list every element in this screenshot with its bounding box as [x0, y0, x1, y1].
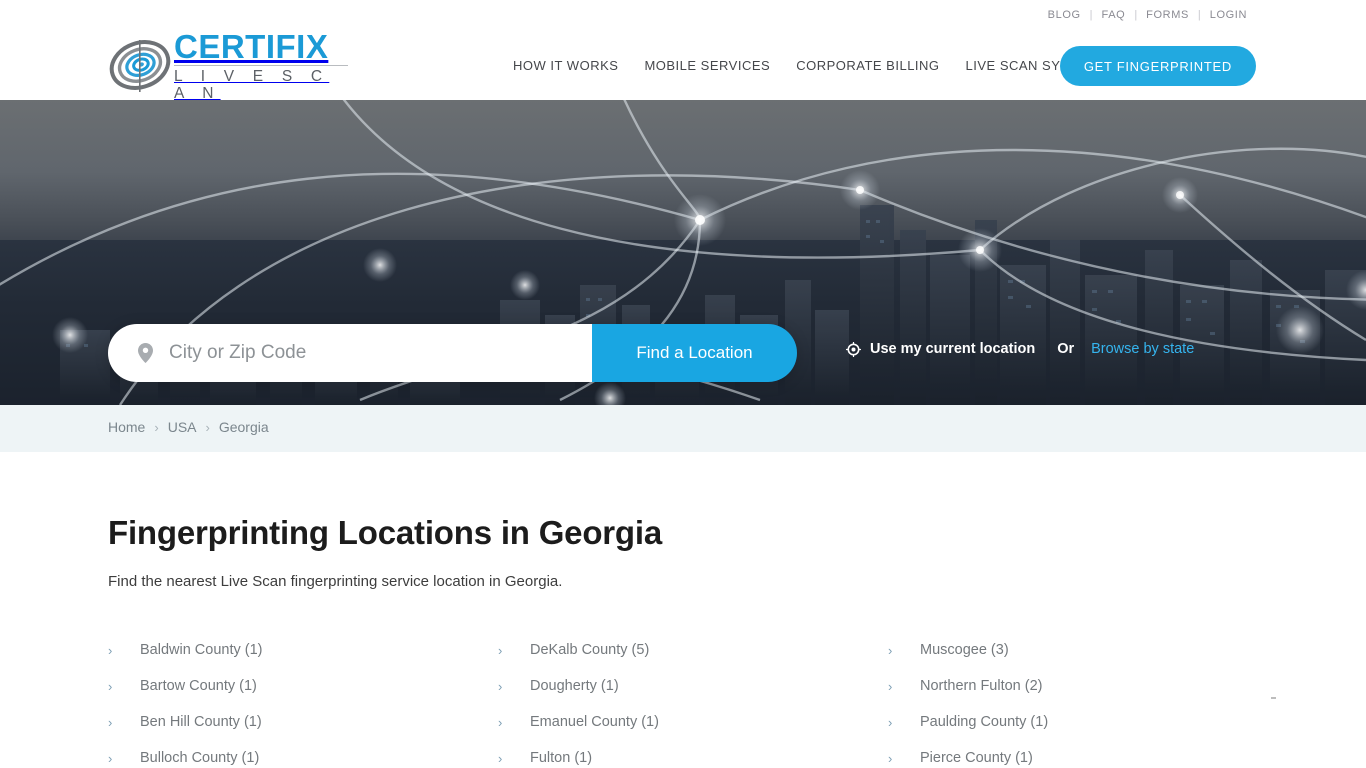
logo-text-livescan: L I V E S C A N — [174, 68, 330, 102]
find-location-button[interactable]: Find a Location — [592, 324, 797, 382]
breadcrumb: Home › USA › Georgia — [108, 419, 269, 435]
utility-link-faq[interactable]: FAQ — [1093, 0, 1135, 30]
list-item[interactable]: › Muscogee (3) — [888, 632, 1258, 668]
list-item[interactable]: › Bartow County (1) — [108, 668, 498, 704]
get-fingerprinted-button[interactable]: GET FINGERPRINTED — [1059, 46, 1256, 86]
county-label: Muscogee (3) — [920, 642, 1009, 658]
logo[interactable]: CERTIFIX L I V E S C A N — [108, 28, 348, 102]
page-artifact — [1271, 697, 1276, 699]
county-label: Ben Hill County (1) — [140, 714, 262, 730]
hero-actions: Use my current location Or Browse by sta… — [846, 341, 1194, 357]
list-item[interactable]: › Baldwin County (1) — [108, 632, 498, 668]
county-column-2: › DeKalb County (5) › Dougherty (1) › Em… — [498, 632, 888, 768]
chevron-right-icon: › — [888, 642, 893, 658]
county-label: DeKalb County (5) — [530, 642, 650, 658]
map-pin-icon — [138, 343, 153, 363]
page-title: Fingerprinting Locations in Georgia — [108, 514, 663, 551]
utility-link-blog[interactable]: BLOG — [1039, 0, 1090, 30]
chevron-right-icon: › — [888, 678, 893, 694]
search-field — [108, 324, 592, 382]
county-column-3: › Muscogee (3) › Northern Fulton (2) › P… — [888, 632, 1258, 768]
county-label: Pierce County (1) — [920, 750, 1033, 766]
chevron-right-icon: › — [498, 642, 503, 658]
county-column-1: › Baldwin County (1) › Bartow County (1)… — [108, 632, 498, 768]
breadcrumb-item-home[interactable]: Home — [108, 419, 145, 435]
nav-item-how-it-works[interactable]: HOW IT WORKS — [500, 58, 631, 73]
list-item[interactable]: › Ben Hill County (1) — [108, 704, 498, 740]
county-label: Baldwin County (1) — [140, 642, 263, 658]
county-label: Dougherty (1) — [530, 678, 619, 694]
search-input[interactable] — [169, 342, 592, 364]
chevron-right-icon: › — [888, 714, 893, 730]
county-label: Fulton (1) — [530, 750, 593, 766]
list-item[interactable]: › Bulloch County (1) — [108, 740, 498, 768]
chevron-right-icon: › — [498, 678, 503, 694]
nav-item-mobile-services[interactable]: MOBILE SERVICES — [631, 58, 783, 73]
browse-by-state-link[interactable]: Browse by state — [1091, 341, 1194, 357]
breadcrumb-item-usa[interactable]: USA — [168, 419, 197, 435]
logo-wordmark: CERTIFIX L I V E S C A N — [174, 28, 348, 102]
chevron-right-icon: › — [108, 642, 113, 658]
page-root: BLOG | FAQ | FORMS | LOGIN CERTIFIX L I … — [0, 0, 1366, 768]
crosshair-icon — [846, 341, 861, 357]
county-label: Paulding County (1) — [920, 714, 1049, 730]
list-item[interactable]: › Emanuel County (1) — [498, 704, 888, 740]
chevron-right-icon: › — [498, 750, 503, 766]
chevron-right-icon: › — [888, 750, 893, 766]
utility-link-login[interactable]: LOGIN — [1201, 0, 1256, 30]
county-label: Bartow County (1) — [140, 678, 257, 694]
county-list-grid: › Baldwin County (1) › Bartow County (1)… — [108, 632, 1258, 768]
list-item[interactable]: › DeKalb County (5) — [498, 632, 888, 668]
breadcrumb-item-georgia: Georgia — [218, 419, 269, 435]
main-nav: HOW IT WORKS MOBILE SERVICES CORPORATE B… — [500, 30, 1112, 100]
county-label: Northern Fulton (2) — [920, 678, 1043, 694]
page-subtitle: Find the nearest Live Scan fingerprintin… — [108, 573, 563, 590]
list-item[interactable]: › Dougherty (1) — [498, 668, 888, 704]
logo-divider — [174, 65, 348, 66]
utility-link-forms[interactable]: FORMS — [1137, 0, 1198, 30]
spiral-fingerprint-icon — [108, 34, 172, 96]
chevron-right-icon: › — [498, 714, 503, 730]
utility-nav: BLOG | FAQ | FORMS | LOGIN — [0, 0, 1366, 30]
chevron-right-icon: › — [154, 419, 159, 435]
list-item[interactable]: › Paulding County (1) — [888, 704, 1258, 740]
list-item[interactable]: › Northern Fulton (2) — [888, 668, 1258, 704]
location-search-bar: Find a Location — [108, 324, 797, 382]
or-label: Or — [1057, 341, 1075, 357]
logo-text-certifix: CERTIFIX — [174, 28, 329, 65]
county-label: Emanuel County (1) — [530, 714, 659, 730]
chevron-right-icon: › — [108, 750, 113, 766]
use-current-location-label: Use my current location — [870, 341, 1036, 357]
chevron-right-icon: › — [205, 419, 210, 435]
hero-banner: Find a Location Use my current location … — [0, 100, 1366, 405]
list-item[interactable]: › Pierce County (1) — [888, 740, 1258, 768]
chevron-right-icon: › — [108, 714, 113, 730]
list-item[interactable]: › Fulton (1) — [498, 740, 888, 768]
use-current-location-button[interactable]: Use my current location — [846, 341, 1035, 357]
site-header: CERTIFIX L I V E S C A N HOW IT WORKS MO… — [0, 28, 1366, 102]
nav-item-corporate-billing[interactable]: CORPORATE BILLING — [783, 58, 952, 73]
chevron-right-icon: › — [108, 678, 113, 694]
county-label: Bulloch County (1) — [140, 750, 260, 766]
